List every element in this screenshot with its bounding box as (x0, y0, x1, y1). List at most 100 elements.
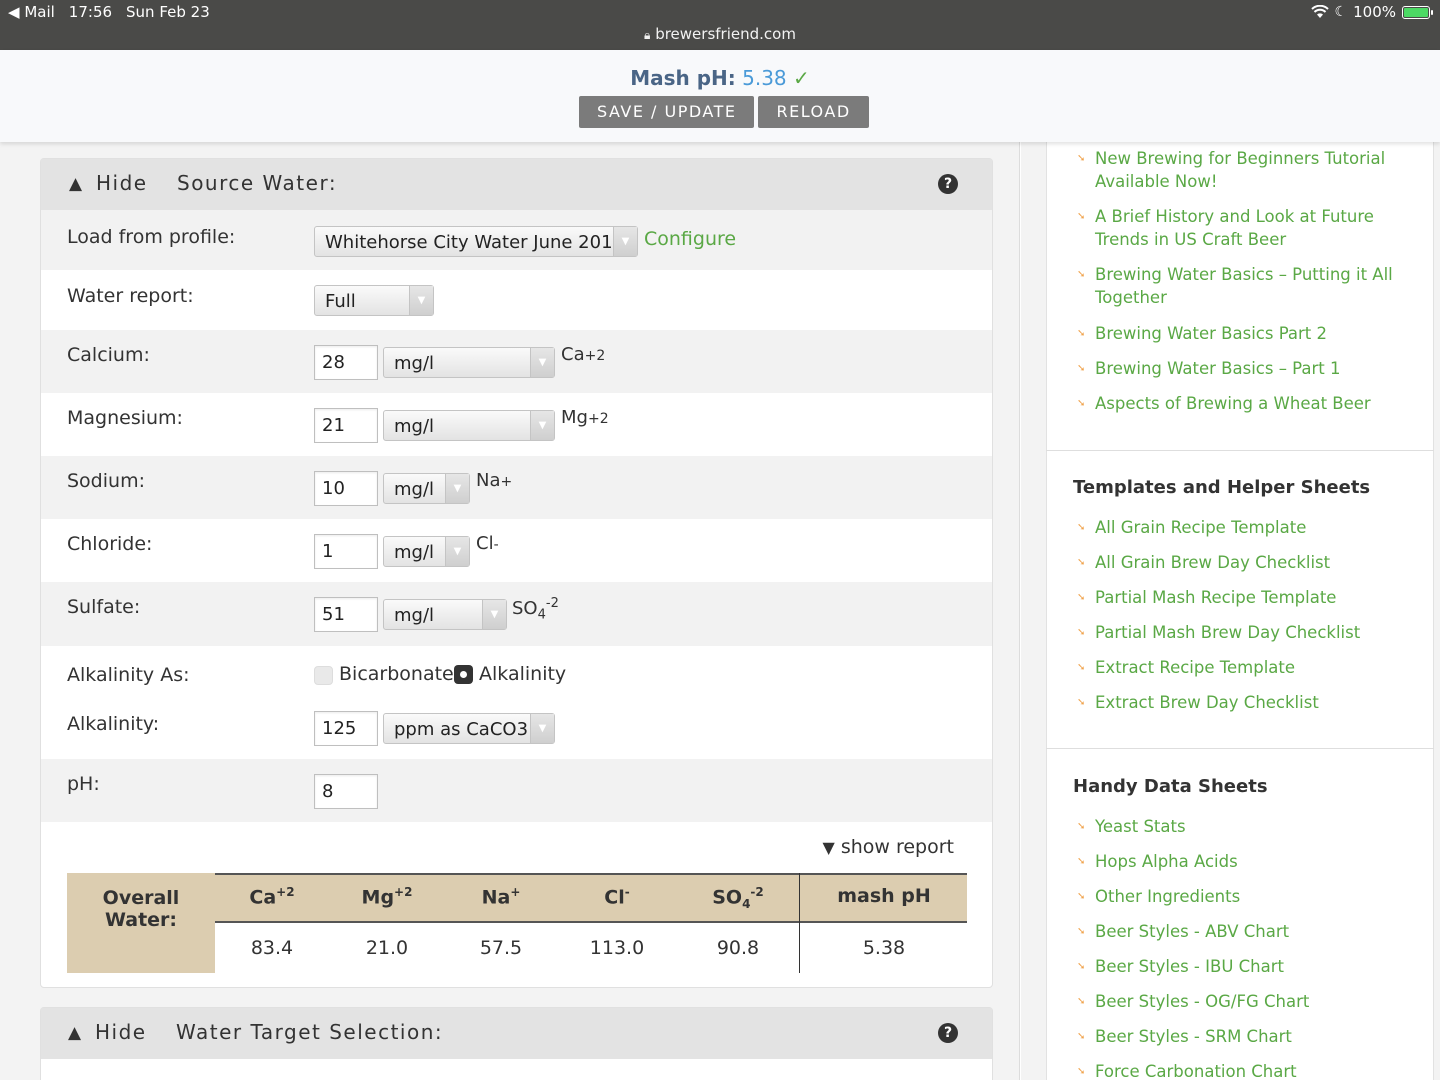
rss-icon: ➘ (1077, 627, 1086, 638)
sodium-ion-label: Na+ (476, 470, 513, 491)
template-link[interactable]: ➘ All Grain Recipe Template (1073, 516, 1403, 539)
calcium-unit-select[interactable]: mg/l ▼ (383, 347, 555, 378)
reload-button[interactable]: RELOAD (758, 96, 869, 128)
news-link[interactable]: ➘ Brewing Water Basics Part 2 (1073, 322, 1403, 345)
alkalinity-input[interactable]: 125 (314, 711, 378, 746)
magnesium-unit-select[interactable]: mg/l ▼ (383, 410, 555, 441)
water-target-panel: ▲ Hide Water Target Selection: ? (40, 1007, 993, 1080)
hide-toggle[interactable]: Hide (96, 171, 148, 195)
chloride-label: Chloride: (67, 533, 153, 555)
alkalinity-option-label[interactable]: Alkalinity (479, 663, 566, 685)
calcium-input[interactable]: 28 (314, 345, 378, 380)
hide-toggle[interactable]: Hide (95, 1020, 147, 1044)
ph-input[interactable]: 8 (314, 774, 378, 809)
data-sheet-link[interactable]: ➘ Hops Alpha Acids (1073, 850, 1403, 873)
data-sheet-link[interactable]: ➘ Beer Styles - SRM Chart (1073, 1025, 1403, 1048)
data-sheet-link[interactable]: ➘ Beer Styles - ABV Chart (1073, 920, 1403, 943)
save-update-button[interactable]: SAVE / UPDATE (579, 96, 755, 128)
data-sheet-link[interactable]: ➘ Yeast Stats (1073, 815, 1403, 838)
collapse-triangle-icon: ▲ (68, 1023, 83, 1043)
help-icon[interactable]: ? (938, 1023, 958, 1043)
template-link[interactable]: ➘ Partial Mash Brew Day Checklist (1073, 621, 1403, 644)
row-header-line-1: Overall (102, 887, 180, 909)
show-report-toggle[interactable]: ▼ show report (822, 836, 954, 858)
news-link[interactable]: ➘ New Brewing for Beginners Tutorial Avai… (1073, 147, 1403, 193)
dropdown-arrow-icon: ▼ (530, 714, 554, 743)
data-sheets-title: Handy Data Sheets (1073, 776, 1268, 797)
news-link[interactable]: ➘ Brewing Water Basics – Putting it All T… (1073, 263, 1403, 309)
calcium-unit-value: mg/l (394, 353, 435, 374)
col-header-mash-ph: mash pH (837, 885, 931, 907)
url-bar[interactable]: 🔒︎ brewersfriend.com (0, 25, 1440, 43)
rss-icon: ➘ (1077, 522, 1086, 533)
data-sheet-link[interactable]: ➘ Beer Styles - IBU Chart (1073, 955, 1403, 978)
alkalinity-row: Alkalinity: 125 ppm as CaCO3 ▼ (41, 696, 992, 759)
overall-water-row-header: Overall Water: (67, 873, 215, 973)
alkalinity-unit-value: ppm as CaCO3 (394, 719, 529, 740)
sulfate-unit-select[interactable]: mg/l ▼ (383, 599, 507, 630)
rss-icon: ➘ (1077, 697, 1086, 708)
bicarbonate-radio[interactable] (314, 666, 333, 685)
collapse-triangle-icon: ▲ (69, 174, 84, 194)
rss-icon: ➘ (1077, 398, 1086, 409)
sulfate-unit-value: mg/l (394, 605, 435, 626)
rss-icon: ➘ (1077, 363, 1086, 374)
cell-cl-value: 113.0 (589, 937, 645, 959)
col-header-ca: Ca+2 (249, 885, 295, 909)
lock-icon: 🔒︎ (644, 28, 651, 42)
configure-link[interactable]: Configure (644, 228, 736, 250)
profile-select[interactable]: Whitehorse City Water June 2017 ▼ (314, 226, 638, 257)
chloride-input[interactable]: 1 (314, 534, 378, 569)
magnesium-input[interactable]: 21 (314, 408, 378, 443)
sulfate-input[interactable]: 51 (314, 597, 378, 632)
data-sheets-box: Handy Data Sheets ➘ Yeast Stats ➘ Hops Alp… (1046, 749, 1434, 1080)
overall-water-table: Overall Water: Ca+2 Mg+2 Na+ Cl- SO4-2 m… (67, 873, 967, 973)
profile-row: Load from profile: Whitehorse City Water… (41, 210, 992, 270)
show-report-label: show report (840, 836, 954, 858)
calcium-ion-label: Ca+2 (561, 344, 606, 365)
sodium-unit-select[interactable]: mg/l ▼ (383, 473, 470, 504)
calcium-row: Calcium: 28 mg/l ▼ Ca+2 (41, 330, 992, 393)
panel-title: Water Target Selection: (176, 1020, 444, 1044)
sidebar: ➘ New Brewing for Beginners Tutorial Avai… (1021, 142, 1440, 1080)
rss-icon: ➘ (1077, 269, 1086, 280)
rss-icon: ➘ (1077, 891, 1086, 902)
back-to-app-link[interactable]: ◀ Mail (8, 3, 55, 21)
bicarbonate-label[interactable]: Bicarbonate (339, 663, 454, 685)
dropdown-arrow-icon: ▼ (530, 411, 554, 440)
alkalinity-radio[interactable] (454, 665, 473, 684)
news-link[interactable]: ➘ Aspects of Brewing a Wheat Beer (1073, 392, 1403, 415)
source-water-header[interactable]: ▲ Hide Source Water: ? (41, 159, 992, 210)
status-time: 17:56 (68, 3, 113, 21)
water-report-label: Water report: (67, 285, 194, 307)
data-sheet-link[interactable]: ➘ Beer Styles - OG/FG Chart (1073, 990, 1403, 1013)
rss-icon: ➘ (1077, 856, 1086, 867)
data-sheet-link[interactable]: ➘ Other Ingredients (1073, 885, 1403, 908)
news-link[interactable]: ➘ Brewing Water Basics – Part 1 (1073, 357, 1403, 380)
col-header-mg: Mg+2 (361, 885, 413, 909)
template-link[interactable]: ➘ Extract Recipe Template (1073, 656, 1403, 679)
news-link[interactable]: ➘ A Brief History and Look at Future Tren… (1073, 205, 1403, 251)
main-content: ▲ Hide Source Water: ? Load from profile… (0, 142, 1020, 1080)
url-text: brewersfriend.com (655, 25, 796, 43)
chloride-ion-label: Cl- (476, 533, 499, 554)
template-link[interactable]: ➘ Partial Mash Recipe Template (1073, 586, 1403, 609)
dropdown-arrow-icon: ▼ (445, 537, 469, 566)
sodium-input[interactable]: 10 (314, 471, 378, 506)
alkalinity-unit-select[interactable]: ppm as CaCO3 ▼ (383, 713, 555, 744)
water-report-value: Full (325, 291, 356, 312)
sulfate-label: Sulfate: (67, 596, 141, 618)
template-link[interactable]: ➘ All Grain Brew Day Checklist (1073, 551, 1403, 574)
sulfate-ion-label: SO4-2 (512, 596, 559, 623)
cell-so4-value: 90.8 (716, 937, 760, 959)
data-sheet-link[interactable]: ➘ Force Carbonation Chart (1073, 1060, 1403, 1080)
chloride-unit-select[interactable]: mg/l ▼ (383, 536, 470, 567)
water-report-select[interactable]: Full ▼ (314, 285, 434, 316)
battery-icon (1402, 5, 1433, 19)
ph-row: pH: 8 (41, 759, 992, 822)
mash-ph-label: Mash pH: (630, 66, 736, 90)
template-link[interactable]: ➘ Extract Brew Day Checklist (1073, 691, 1403, 714)
help-icon[interactable]: ? (938, 174, 958, 194)
dropdown-arrow-icon: ▼ (613, 227, 637, 256)
water-target-header[interactable]: ▲ Hide Water Target Selection: ? (41, 1008, 992, 1059)
